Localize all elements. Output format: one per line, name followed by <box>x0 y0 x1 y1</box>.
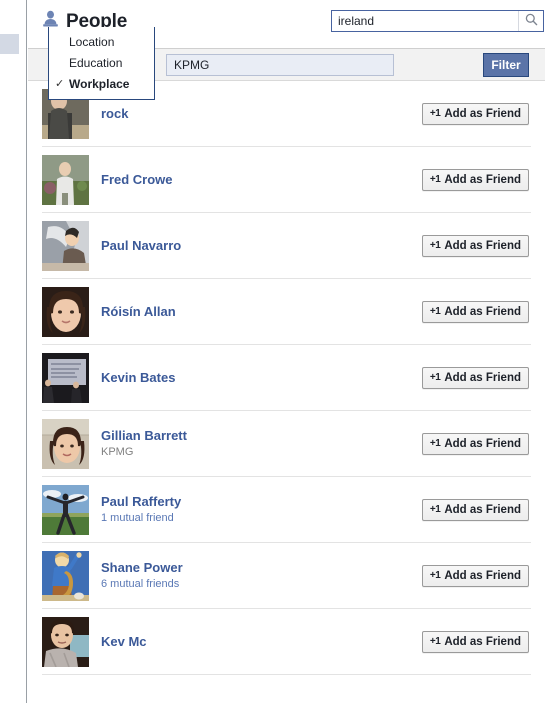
add-friend-icon: +1 <box>429 174 441 185</box>
menu-item-workplace[interactable]: ✓ Workplace <box>49 73 154 94</box>
table-row: Fred Crowe +1 Add as Friend <box>42 147 531 213</box>
menu-item-location[interactable]: Location <box>49 31 154 52</box>
add-friend-label: Add as Friend <box>444 569 521 582</box>
add-friend-label: Add as Friend <box>444 503 521 516</box>
person-meta: Kevin Bates <box>101 370 422 386</box>
search-button[interactable] <box>519 11 543 31</box>
add-friend-icon: +1 <box>429 438 441 449</box>
add-friend-icon: +1 <box>429 636 441 647</box>
add-friend-icon: +1 <box>429 108 441 119</box>
menu-item-label: Workplace <box>69 76 130 91</box>
add-friend-icon: +1 <box>429 570 441 581</box>
person-name[interactable]: Kev Mc <box>101 634 422 650</box>
avatar[interactable] <box>42 418 89 469</box>
check-icon: ✓ <box>55 78 65 90</box>
menu-item-label: Location <box>69 34 115 49</box>
add-friend-button[interactable]: +1 Add as Friend <box>421 630 529 653</box>
search-box[interactable] <box>331 10 544 32</box>
person-meta: Róisín Allan <box>101 304 422 320</box>
add-friend-label: Add as Friend <box>444 173 521 186</box>
rail-marker <box>0 34 19 54</box>
person-name[interactable]: Fred Crowe <box>101 172 422 188</box>
avatar[interactable] <box>42 616 89 667</box>
table-row: Kev Mc +1 Add as Friend <box>42 609 531 675</box>
filter-submit-button[interactable]: Filter <box>483 53 529 77</box>
add-friend-button[interactable]: +1 Add as Friend <box>421 432 529 455</box>
person-meta: Paul Navarro <box>101 238 422 254</box>
table-row: Róisín Allan +1 Add as Friend <box>42 279 531 345</box>
menu-item-education[interactable]: Education <box>49 52 154 73</box>
add-friend-icon: +1 <box>429 306 441 317</box>
person-name[interactable]: rock <box>101 106 422 122</box>
search-input[interactable] <box>332 11 518 31</box>
table-row: Shane Power 6 mutual friends +1 Add as F… <box>42 543 531 609</box>
menu-item-label: Education <box>69 55 123 70</box>
add-friend-button[interactable]: +1 Add as Friend <box>421 300 529 323</box>
avatar[interactable] <box>42 286 89 337</box>
person-name[interactable]: Paul Rafferty <box>101 494 422 510</box>
person-subtitle: KPMG <box>101 446 134 458</box>
person-meta: Kev Mc <box>101 634 422 650</box>
filter-value-input[interactable] <box>166 54 394 76</box>
avatar[interactable] <box>42 352 89 403</box>
person-meta: Fred Crowe <box>101 172 422 188</box>
table-row: Gillian Barrett KPMG +1 Add as Friend <box>42 411 531 477</box>
add-friend-button[interactable]: +1 Add as Friend <box>421 168 529 191</box>
add-friend-button[interactable]: +1 Add as Friend <box>421 234 529 257</box>
add-friend-button[interactable]: +1 Add as Friend <box>421 102 529 125</box>
avatar[interactable] <box>42 220 89 271</box>
person-meta: rock <box>101 106 422 122</box>
left-rail <box>0 0 27 703</box>
add-friend-icon: +1 <box>429 372 441 383</box>
add-friend-label: Add as Friend <box>444 635 521 648</box>
filter-type-menu[interactable]: Location Education ✓ Workplace <box>48 27 155 100</box>
add-friend-button[interactable]: +1 Add as Friend <box>421 498 529 521</box>
table-row: Kevin Bates +1 Add as Friend <box>42 345 531 411</box>
add-friend-button[interactable]: +1 Add as Friend <box>421 366 529 389</box>
avatar[interactable] <box>42 550 89 601</box>
person-name[interactable]: Gillian Barrett <box>101 428 422 444</box>
person-name[interactable]: Róisín Allan <box>101 304 422 320</box>
avatar[interactable] <box>42 484 89 535</box>
table-row: Paul Navarro +1 Add as Friend <box>42 213 531 279</box>
search-icon <box>525 13 538 29</box>
person-meta: Shane Power 6 mutual friends <box>101 560 422 591</box>
add-friend-label: Add as Friend <box>444 305 521 318</box>
people-search-page: People ireland KPMG Filter Location Educ… <box>0 0 545 703</box>
avatar[interactable] <box>42 154 89 205</box>
add-friend-button[interactable]: +1 Add as Friend <box>421 564 529 587</box>
person-name[interactable]: Paul Navarro <box>101 238 422 254</box>
table-row: Paul Rafferty 1 mutual friend +1 Add as … <box>42 477 531 543</box>
add-friend-label: Add as Friend <box>444 107 521 120</box>
mutual-friends-link[interactable]: 1 mutual friend <box>101 511 422 525</box>
content-column: People ireland KPMG Filter Location Educ… <box>28 0 545 703</box>
add-friend-icon: +1 <box>429 504 441 515</box>
add-friend-label: Add as Friend <box>444 371 521 384</box>
add-friend-label: Add as Friend <box>444 239 521 252</box>
add-friend-label: Add as Friend <box>444 437 521 450</box>
person-name[interactable]: Shane Power <box>101 560 422 576</box>
person-name[interactable]: Kevin Bates <box>101 370 422 386</box>
people-results-list: rock +1 Add as Friend Fred Crowe +1 Add … <box>28 81 545 675</box>
add-friend-icon: +1 <box>429 240 441 251</box>
mutual-friends-link[interactable]: 6 mutual friends <box>101 577 422 591</box>
person-meta: Paul Rafferty 1 mutual friend <box>101 494 422 525</box>
person-meta: Gillian Barrett KPMG <box>101 428 422 459</box>
